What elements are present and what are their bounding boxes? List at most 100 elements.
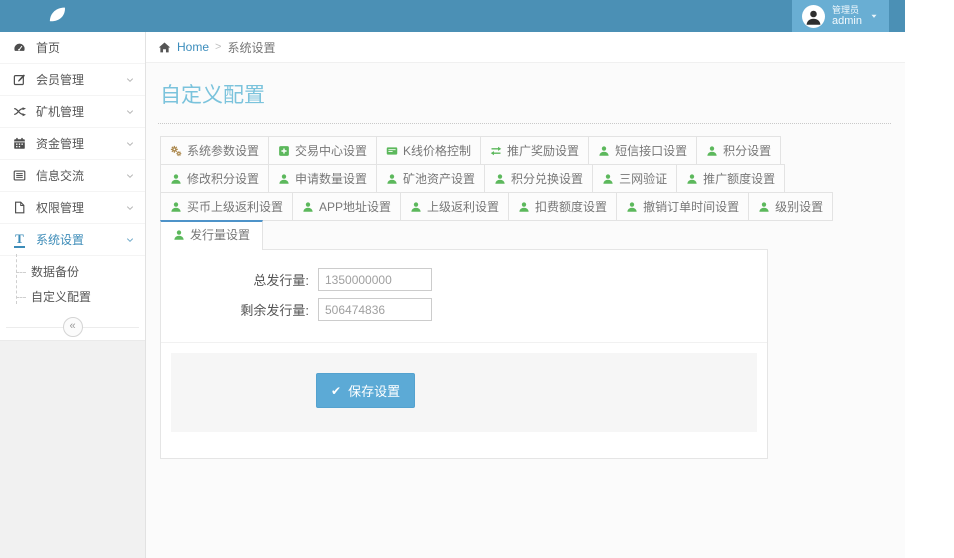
tab[interactable]: 撤销订单时间设置 (616, 192, 750, 221)
tab[interactable]: 上级返利设置 (400, 192, 510, 221)
field-input[interactable] (318, 268, 432, 291)
chevron-down-icon (125, 203, 135, 213)
tab[interactable]: 三网验证 (592, 164, 678, 193)
sidebar-submenu: 数据备份 自定义配置 (0, 254, 145, 314)
user-menu[interactable]: 管理员 admin (792, 0, 889, 32)
plus-square-icon (278, 145, 290, 157)
sidebar-subitem[interactable]: 数据备份 (0, 259, 145, 284)
brand-logo[interactable] (0, 0, 146, 32)
tab-label: 申请数量设置 (295, 172, 368, 186)
tab-label: 系统参数设置 (187, 144, 260, 158)
cogs-icon (170, 145, 182, 157)
sidebar-collapse-row: « (0, 314, 145, 340)
issuance-form: 总发行量: 剩余发行量: (161, 250, 767, 330)
sidebar-item[interactable]: 会员管理 (0, 64, 145, 96)
admin-app: 管理员 admin 首页会员管理矿机管理资金管理信息交流权限管理 T 系统设置 数据… (0, 0, 905, 558)
tab[interactable]: 申请数量设置 (268, 164, 378, 193)
user-icon (706, 145, 718, 157)
user-icon (494, 173, 506, 185)
user-icon (170, 201, 182, 213)
user-text: 管理员 admin (832, 5, 862, 28)
tab[interactable]: 扣费额度设置 (508, 192, 618, 221)
tab[interactable]: 系统参数设置 (160, 136, 270, 165)
sidebar-menu: 首页会员管理矿机管理资金管理信息交流权限管理 T 系统设置 (0, 32, 145, 256)
user-icon (278, 173, 290, 185)
user-name: admin (832, 14, 862, 27)
sidebar-item-label: 权限管理 (36, 201, 85, 215)
topbar: 管理员 admin (0, 0, 905, 32)
sidebar-item[interactable]: 首页 (0, 32, 145, 64)
save-button[interactable]: ✔ 保存设置 (316, 373, 416, 408)
tab-label: 发行量设置 (190, 228, 251, 242)
tab[interactable]: APP地址设置 (292, 192, 402, 221)
content: 自定义配置 系统参数设置 交易中心设置 K线价格控制 推广奖励设置 短信接口设置 积分设置… (146, 63, 905, 459)
tab-label: 推广奖励设置 (507, 144, 580, 158)
tab[interactable]: 短信接口设置 (588, 136, 698, 165)
sidebar-item[interactable]: 矿机管理 (0, 96, 145, 128)
sidebar-collapse-button[interactable]: « (62, 317, 83, 337)
user-icon (173, 229, 185, 241)
tab-label: 矿池资产设置 (403, 172, 476, 186)
user-icon (598, 145, 610, 157)
layout: 首页 会员管理 矿机管理 资金管理 信息交流 权限管理 T 系统设置 数据备份 自定义配置 « … (0, 32, 905, 558)
sidebar-item[interactable]: 权限管理 (0, 192, 145, 224)
tab[interactable]: 矿池资产设置 (376, 164, 486, 193)
sidebar-item-label: 矿机管理 (36, 105, 85, 119)
check-icon: ✔ (331, 383, 342, 398)
sidebar: 首页会员管理矿机管理资金管理信息交流权限管理 T 系统设置 数据备份 自定义配置 « (0, 32, 146, 558)
user-icon (518, 201, 530, 213)
shuffle-icon (12, 105, 27, 118)
tab-label: 修改积分设置 (187, 172, 260, 186)
breadcrumb: Home > 系统设置 (146, 32, 905, 63)
user-icon (626, 201, 638, 213)
user-icon (302, 201, 314, 213)
sidebar-item[interactable]: 资金管理 (0, 128, 145, 160)
tab[interactable]: 积分兑换设置 (484, 164, 594, 193)
tab[interactable]: 积分设置 (696, 136, 782, 165)
tab[interactable]: 推广奖励设置 (480, 136, 590, 165)
avatar (802, 4, 826, 28)
leaf-icon (46, 3, 68, 30)
sidebar-fill (0, 340, 145, 558)
tab-row: 买币上级返利设置 APP地址设置 上级返利设置 扣费额度设置 撤销订单时间设置 级别设置 (160, 192, 893, 221)
tab[interactable]: 交易中心设置 (268, 136, 378, 165)
calendar-icon (12, 137, 27, 150)
home-icon (158, 41, 171, 54)
dashboard-icon (12, 41, 27, 54)
exchange-icon (490, 145, 502, 157)
user-icon (170, 173, 182, 185)
tab-label: 撤销订单时间设置 (643, 200, 740, 214)
tab[interactable]: 修改积分设置 (160, 164, 270, 193)
chevron-down-icon (125, 235, 135, 245)
tab-row: 修改积分设置 申请数量设置 矿池资产设置 积分兑换设置 三网验证 推广额度设置 (160, 164, 893, 193)
tab-row: 系统参数设置 交易中心设置 K线价格控制 推广奖励设置 短信接口设置 积分设置 (160, 136, 893, 165)
chevron-down-icon (125, 171, 135, 181)
sidebar-item[interactable]: T 系统设置 (0, 224, 145, 256)
breadcrumb-home-link[interactable]: Home (177, 40, 209, 54)
sidebar-item-label: 首页 (36, 41, 61, 55)
settings-panel: 总发行量: 剩余发行量: ✔ 保存设置 (160, 249, 768, 459)
field-input[interactable] (318, 298, 432, 321)
text-icon: T (14, 230, 25, 248)
panel-footer: ✔ 保存设置 (171, 353, 757, 432)
sidebar-subitem[interactable]: 自定义配置 (0, 284, 145, 309)
tab-label: 短信接口设置 (615, 144, 688, 158)
tab-active[interactable]: 发行量设置 (160, 220, 264, 250)
field-label: 剩余发行量: (240, 303, 309, 318)
form-row: 剩余发行量: (161, 298, 767, 321)
tab-label: 交易中心设置 (295, 144, 368, 158)
tab-label: 买币上级返利设置 (187, 200, 284, 214)
tab[interactable]: 推广额度设置 (676, 164, 786, 193)
tab[interactable]: K线价格控制 (376, 136, 482, 165)
user-role: 管理员 (832, 4, 860, 15)
tab[interactable]: 级别设置 (748, 192, 834, 221)
breadcrumb-separator: > (215, 41, 222, 53)
tab[interactable]: 买币上级返利设置 (160, 192, 294, 221)
panel-divider (161, 342, 767, 343)
user-icon (410, 201, 422, 213)
tab-label: 三网验证 (619, 172, 668, 186)
sidebar-item-label: 资金管理 (36, 137, 85, 151)
sidebar-item[interactable]: 信息交流 (0, 160, 145, 192)
tab-label: K线价格控制 (403, 144, 472, 158)
main-area: Home > 系统设置 自定义配置 系统参数设置 交易中心设置 K线价格控制 推广奖励… (146, 32, 905, 558)
